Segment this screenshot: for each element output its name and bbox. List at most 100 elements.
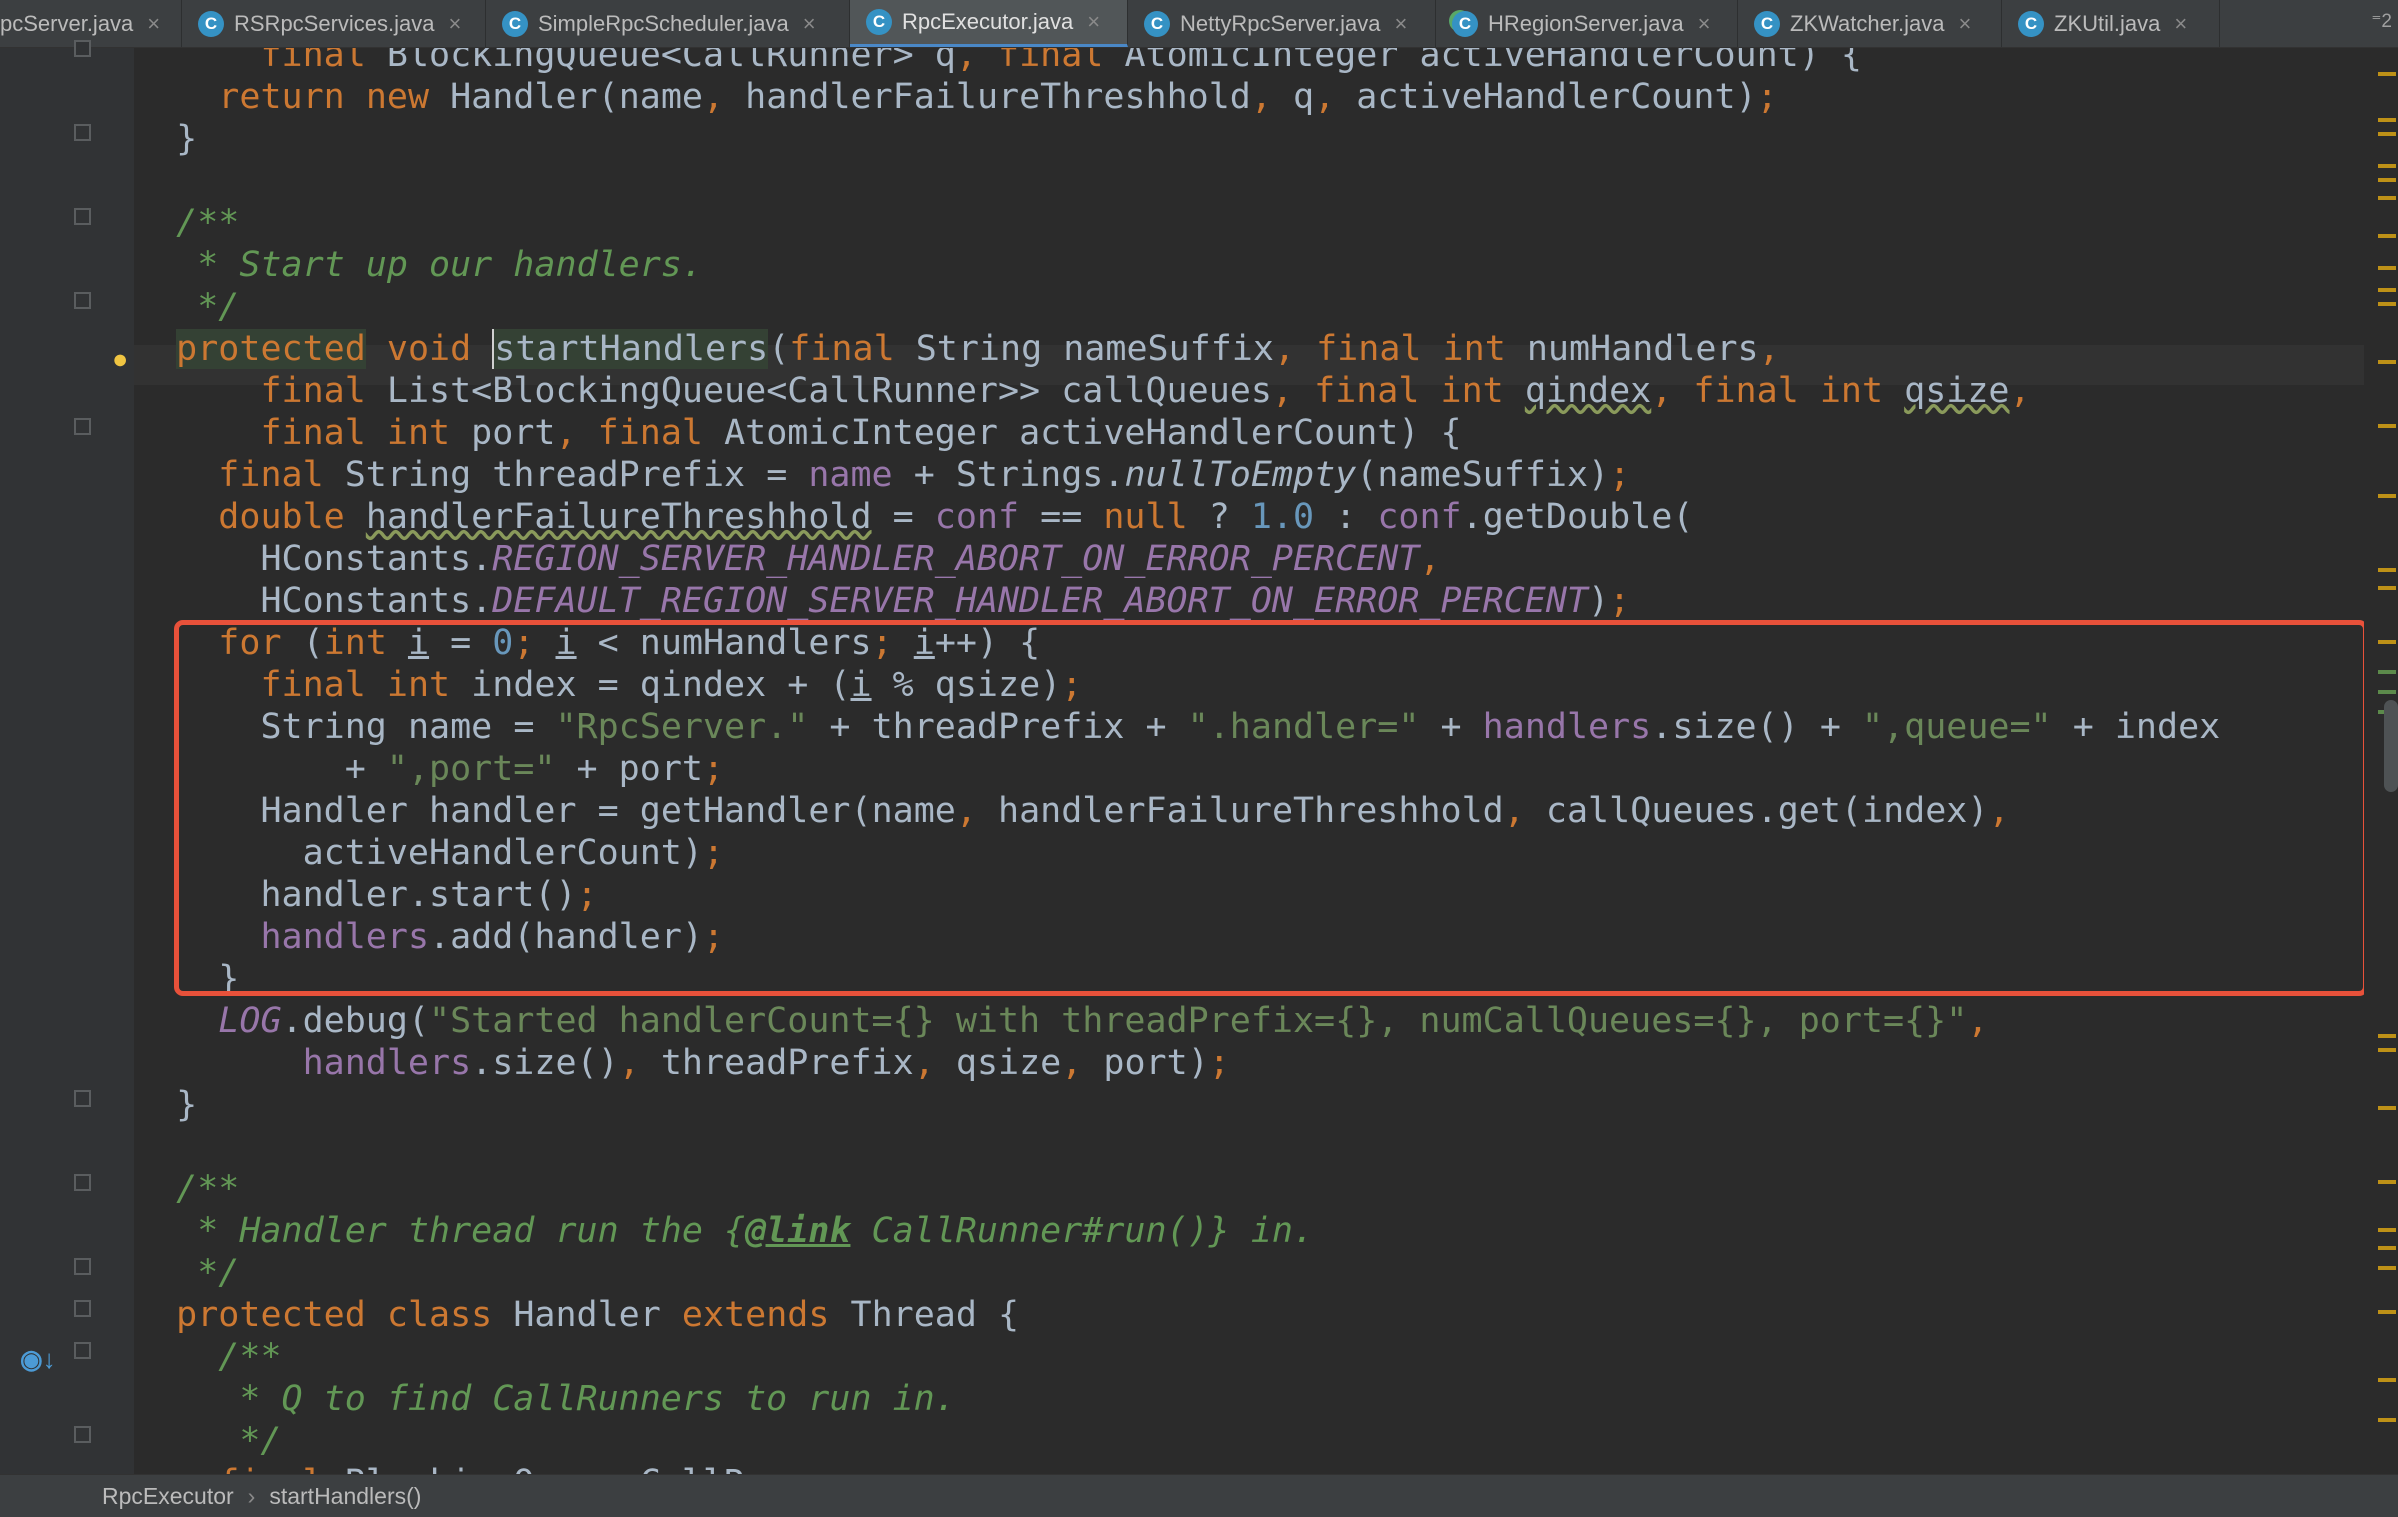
warning-marker[interactable]: [2378, 1048, 2396, 1052]
warning-marker[interactable]: [2378, 640, 2396, 644]
breadcrumb-separator: ›: [247, 1482, 256, 1509]
close-icon[interactable]: ×: [2174, 11, 2187, 37]
class-icon: C: [1754, 10, 1780, 37]
warning-marker[interactable]: [2378, 196, 2396, 200]
tab-label: HRegionServer.java: [1488, 10, 1684, 36]
implemented-override-icon[interactable]: ◉↓: [20, 1344, 56, 1375]
code-line: handlers.size(), threadPrefix, qsize, po…: [302, 1043, 1230, 1083]
tab-list-menu-icon[interactable]: ⁼2: [2371, 10, 2392, 33]
code-line: final BlockingQueue<CallRunner> q, final…: [260, 48, 1862, 75]
tab-rpcexecutor[interactable]: C RpcExecutor.java ×: [850, 0, 1128, 47]
warning-marker[interactable]: [2378, 302, 2396, 306]
tab-label: SimpleRpcScheduler.java: [538, 10, 789, 36]
code-line: /**: [218, 1337, 282, 1377]
code-line: protected void startHandlers(final Strin…: [176, 329, 1780, 369]
close-icon[interactable]: ×: [1395, 11, 1408, 37]
warning-marker[interactable]: [2378, 288, 2396, 292]
code-line: LOG.debug("Started handlerCount={} with …: [218, 1001, 1989, 1041]
close-icon[interactable]: ×: [1087, 9, 1100, 35]
fold-marker-icon[interactable]: [74, 1426, 91, 1443]
fold-marker-icon[interactable]: [74, 1090, 91, 1107]
change-marker[interactable]: [2378, 690, 2396, 694]
warning-marker[interactable]: [2378, 1418, 2396, 1422]
warning-marker[interactable]: [2378, 1106, 2396, 1110]
tab-label: ZKWatcher.java: [1790, 10, 1945, 36]
code-line: * Handler thread run the {@link CallRunn…: [197, 1211, 1315, 1251]
highlight-annotation-box: [174, 620, 2368, 996]
runnable-class-icon: C: [1452, 10, 1478, 37]
class-icon: C: [1144, 10, 1170, 37]
warning-marker[interactable]: [2378, 1034, 2396, 1038]
code-line: * Q to find CallRunners to run in.: [239, 1379, 956, 1419]
tab-pcserver[interactable]: pcServer.java ×: [0, 0, 182, 47]
code-line: */: [197, 287, 240, 327]
class-icon: C: [198, 10, 224, 37]
warning-marker[interactable]: [2378, 234, 2396, 238]
code-line: * Start up our handlers.: [197, 245, 703, 285]
tab-zkwatcher[interactable]: C ZKWatcher.java ×: [1738, 0, 2002, 47]
class-icon: C: [866, 9, 892, 35]
warning-marker[interactable]: [2378, 568, 2396, 572]
tab-simplerpcscheduler[interactable]: C SimpleRpcScheduler.java ×: [486, 0, 850, 47]
warning-marker[interactable]: [2378, 424, 2396, 428]
warning-marker[interactable]: [2378, 72, 2396, 76]
code-line: double handlerFailureThreshhold = conf =…: [218, 497, 1694, 537]
code-line: }: [134, 119, 198, 159]
warning-marker[interactable]: [2378, 1246, 2396, 1250]
tab-label: ZKUtil.java: [2054, 10, 2161, 36]
fold-marker-icon[interactable]: [74, 1342, 91, 1359]
fold-marker-icon[interactable]: [74, 418, 91, 435]
tab-hregionserver[interactable]: C HRegionServer.java ×: [1436, 0, 1738, 47]
tab-label: pcServer.java: [0, 10, 134, 36]
tab-label: RpcExecutor.java: [902, 9, 1074, 34]
code-line: HConstants.DEFAULT_REGION_SERVER_HANDLER…: [260, 581, 1631, 621]
warning-marker[interactable]: [2378, 1310, 2396, 1314]
tab-rsrpcservices[interactable]: C RSRpcServices.java ×: [182, 0, 486, 47]
warning-marker[interactable]: [2378, 1266, 2396, 1270]
breadcrumb: RpcExecutor › startHandlers(): [0, 1474, 2398, 1517]
warning-marker[interactable]: [2378, 494, 2396, 498]
breadcrumb-class[interactable]: RpcExecutor: [102, 1483, 234, 1510]
class-icon: C: [502, 10, 528, 37]
fold-marker-icon[interactable]: [74, 40, 91, 57]
breadcrumb-method[interactable]: startHandlers(): [269, 1483, 421, 1510]
tab-nettyrpcserver[interactable]: C NettyRpcServer.java ×: [1128, 0, 1436, 47]
warning-marker[interactable]: [2378, 586, 2396, 590]
code-line: */: [197, 1253, 240, 1293]
code-line: final String threadPrefix = name + Strin…: [218, 455, 1631, 495]
code-line: final int port, final AtomicInteger acti…: [260, 413, 1462, 453]
class-icon: C: [2018, 10, 2044, 37]
tab-label: NettyRpcServer.java: [1180, 10, 1381, 36]
code-line: /**: [176, 203, 240, 243]
warning-marker[interactable]: [2378, 1228, 2396, 1232]
warning-marker[interactable]: [2378, 118, 2396, 122]
close-icon[interactable]: ×: [1698, 11, 1711, 37]
vertical-scrollbar-thumb[interactable]: [2384, 700, 2398, 792]
code-line: /**: [176, 1169, 240, 1209]
close-icon[interactable]: ×: [147, 11, 160, 37]
warning-marker[interactable]: [2378, 132, 2396, 136]
fold-marker-icon[interactable]: [74, 292, 91, 309]
close-icon[interactable]: ×: [803, 11, 816, 37]
close-icon[interactable]: ×: [1958, 11, 1971, 37]
code-line: protected class Handler extends Thread {: [176, 1295, 1020, 1335]
warning-marker[interactable]: [2378, 178, 2396, 182]
warning-marker[interactable]: [2378, 164, 2396, 168]
warning-marker[interactable]: [2378, 1378, 2396, 1382]
warning-marker[interactable]: [2378, 360, 2396, 364]
tab-label: RSRpcServices.java: [234, 10, 435, 36]
tab-zkutil[interactable]: C ZKUtil.java ×: [2002, 0, 2220, 47]
fold-marker-icon[interactable]: [74, 1174, 91, 1191]
lightbulb-icon[interactable]: ●: [112, 344, 128, 375]
warning-marker[interactable]: [2378, 1180, 2396, 1184]
fold-marker-icon[interactable]: [74, 1300, 91, 1317]
close-icon[interactable]: ×: [449, 11, 462, 37]
warning-marker[interactable]: [2378, 266, 2396, 270]
code-line: final List<BlockingQueue<CallRunner>> ca…: [260, 371, 2031, 411]
change-marker[interactable]: [2378, 670, 2396, 674]
fold-marker-icon[interactable]: [74, 1258, 91, 1275]
fold-marker-icon[interactable]: [74, 208, 91, 225]
fold-marker-icon[interactable]: [74, 124, 91, 141]
